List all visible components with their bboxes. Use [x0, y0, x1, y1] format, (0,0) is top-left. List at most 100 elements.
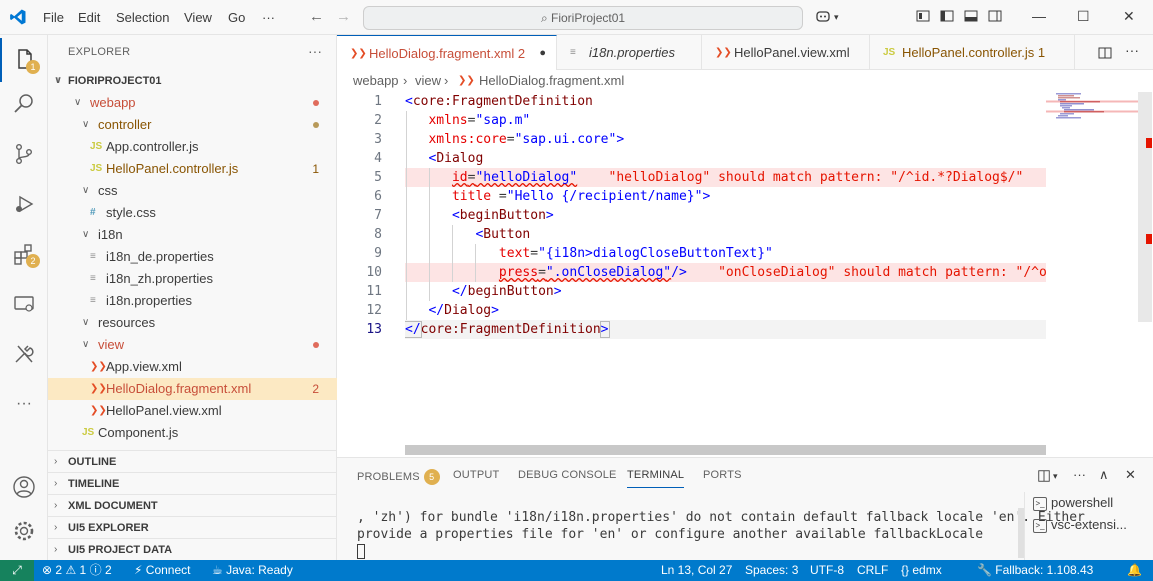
section-ui5-explorer[interactable]: › UI5 EXPLORER — [48, 516, 337, 538]
tools-icon[interactable] — [0, 332, 48, 376]
prop-file-icon: ≡ — [90, 273, 96, 284]
terminal-item-extension[interactable]: >_ vsc-extensi... — [1033, 517, 1127, 533]
ui5-version[interactable]: 🔧 Fallback: 1.108.43 — [977, 560, 1093, 581]
menu-view[interactable]: View — [184, 10, 212, 25]
tree-folder[interactable]: ∨ controller — [48, 114, 337, 136]
tab-hellodialog-fragment-xml[interactable]: ❯❯ HelloDialog.fragment.xml 2 ● — [337, 35, 557, 71]
tree-file[interactable]: ❯❯ HelloPanel.view.xml — [48, 400, 337, 422]
menu-edit[interactable]: Edit — [78, 10, 100, 25]
more-actions-icon[interactable]: ··· — [1073, 467, 1086, 482]
tab-terminal[interactable]: TERMINAL — [627, 469, 685, 488]
notifications-bell-icon[interactable]: 🔔 — [1127, 560, 1142, 581]
back-arrow-icon[interactable]: ← — [309, 8, 324, 25]
tab-output[interactable]: OUTPUT — [453, 469, 499, 481]
terminal-item-powershell[interactable]: >_ powershell — [1033, 495, 1113, 511]
tree-file[interactable]: JS App.controller.js — [48, 136, 337, 158]
explorer-icon[interactable]: 1 — [0, 38, 48, 82]
tree-folder[interactable]: ∨ webapp — [48, 92, 337, 114]
menu-go[interactable]: Go — [228, 10, 245, 25]
tab-debug-console[interactable]: DEBUG CONSOLE — [518, 469, 617, 481]
prop-file-icon: ≡ — [90, 251, 96, 262]
maximize-icon[interactable]: ☐ — [1077, 8, 1090, 25]
toggle-sidebar-icon[interactable] — [939, 8, 955, 24]
menu-selection[interactable]: Selection — [116, 10, 169, 25]
problem-count: 1 — [312, 162, 319, 176]
language-mode[interactable]: {} edmx — [901, 560, 942, 581]
more-actions-icon[interactable]: ··· — [1125, 42, 1139, 58]
indentation[interactable]: Spaces: 3 — [745, 560, 798, 581]
tree-file[interactable]: ≡ i18n.properties — [48, 290, 337, 312]
project-root[interactable]: ∨ FIORIPROJECT01 — [48, 70, 337, 92]
tree-label: css — [98, 183, 118, 198]
breadcrumb-file[interactable]: HelloDialog.fragment.xml — [479, 70, 624, 92]
tab-ports[interactable]: PORTS — [703, 469, 742, 481]
menu-more[interactable]: ··· — [262, 10, 275, 25]
breadcrumb-webapp[interactable]: webapp — [353, 70, 399, 92]
run-debug-icon[interactable] — [0, 182, 48, 226]
tab-hellopanel-controller-js[interactable]: JS HelloPanel.controller.js 1 — [870, 35, 1075, 70]
tree-label: App.view.xml — [106, 359, 182, 374]
vertical-scrollbar[interactable] — [1138, 92, 1152, 457]
close-window-icon[interactable]: ✕ — [1123, 8, 1135, 25]
search-view-icon[interactable] — [0, 82, 48, 126]
extensions-badge: 2 — [26, 254, 40, 268]
remote-explorer-icon[interactable] — [0, 282, 48, 326]
tab-i18n-properties[interactable]: ≡ i18n.properties — [557, 35, 702, 70]
close-panel-icon[interactable]: ✕ — [1125, 467, 1136, 483]
code-line: xmlns:core="sap.ui.core"> — [428, 132, 625, 147]
java-status[interactable]: ☕ Java: Ready — [212, 560, 293, 581]
tree-file[interactable]: JS Component.js — [48, 422, 337, 444]
section-timeline[interactable]: › TIMELINE — [48, 472, 337, 494]
settings-gear-icon[interactable] — [0, 509, 48, 553]
horizontal-scrollbar[interactable] — [405, 445, 1046, 455]
minimap[interactable] — [1046, 92, 1153, 457]
tree-file[interactable]: ≡ i18n_zh.properties — [48, 268, 337, 290]
tree-label: webapp — [90, 95, 136, 110]
tab-problems[interactable]: PROBLEMS 5 — [357, 469, 440, 485]
minimize-icon[interactable]: — — [1032, 8, 1046, 24]
command-center-search[interactable]: ⌕ FioriProject01 — [363, 6, 803, 30]
encoding[interactable]: UTF-8 — [810, 560, 844, 581]
forward-arrow-icon[interactable]: → — [336, 8, 351, 25]
problems-status[interactable]: ⊗ 2 ⚠ 1 ⓘ 2 — [42, 560, 112, 581]
tree-folder[interactable]: ∨ css — [48, 180, 337, 202]
section-outline[interactable]: › OUTLINE — [48, 450, 337, 472]
customize-layout-icon[interactable] — [915, 8, 931, 24]
connect-status[interactable]: ⚡ Connect — [134, 560, 190, 581]
tree-folder[interactable]: ∨ i18n — [48, 224, 337, 246]
tree-file[interactable]: # style.css — [48, 202, 337, 224]
inline-error-message: "onCloseDialog" should match pattern: "/… — [718, 265, 1046, 280]
split-terminal-icon[interactable] — [1037, 469, 1051, 483]
tree-file[interactable]: ❯❯ HelloDialog.fragment.xml 2 — [48, 378, 337, 400]
tree-folder[interactable]: ∨ view — [48, 334, 337, 356]
tab-hellopanel-view-xml[interactable]: ❯❯ HelloPanel.view.xml — [702, 35, 870, 70]
maximize-panel-icon[interactable]: ∧ — [1099, 467, 1109, 483]
more-views-icon[interactable]: ··· — [0, 382, 48, 426]
breadcrumb-view[interactable]: view — [415, 70, 441, 92]
chevron-down-icon[interactable]: ▾ — [1053, 471, 1058, 482]
source-control-icon[interactable] — [0, 132, 48, 176]
remote-indicator-icon[interactable]: ⤢ — [0, 560, 34, 581]
tree-file[interactable]: ≡ i18n_de.properties — [48, 246, 337, 268]
toggle-panel-icon[interactable] — [963, 8, 979, 24]
account-icon[interactable] — [0, 465, 48, 509]
unsaved-dot-icon[interactable]: ● — [539, 36, 546, 71]
section-xml-document[interactable]: › XML DOCUMENT — [48, 494, 337, 516]
indent-guide — [429, 168, 430, 301]
toggle-secondary-sidebar-icon[interactable] — [987, 8, 1003, 24]
more-actions-icon[interactable]: ··· — [308, 43, 322, 59]
cursor-position[interactable]: Ln 13, Col 27 — [661, 560, 732, 581]
scrollbar-thumb[interactable] — [1138, 92, 1152, 322]
extensions-icon[interactable]: 2 — [0, 232, 48, 276]
menu-file[interactable]: File — [43, 10, 64, 25]
terminal-output[interactable]: , 'zh') for bundle 'i18n/i18n.properties… — [357, 509, 1085, 543]
section-ui5-project-data[interactable]: › UI5 PROJECT DATA — [48, 538, 337, 560]
copilot-icon[interactable] — [815, 8, 831, 24]
chevron-down-icon[interactable]: ▾ — [834, 12, 839, 23]
end-of-line[interactable]: CRLF — [857, 560, 888, 581]
tree-folder[interactable]: ∨ resources — [48, 312, 337, 334]
split-editor-icon[interactable] — [1097, 45, 1113, 61]
tree-file[interactable]: ❯❯ App.view.xml — [48, 356, 337, 378]
tree-file[interactable]: JS HelloPanel.controller.js 1 — [48, 158, 337, 180]
code-editor[interactable]: 1 2 3 4 5 6 7 8 9 10 11 12 13 <core:FragmentDefiniti… — [337, 92, 1153, 457]
